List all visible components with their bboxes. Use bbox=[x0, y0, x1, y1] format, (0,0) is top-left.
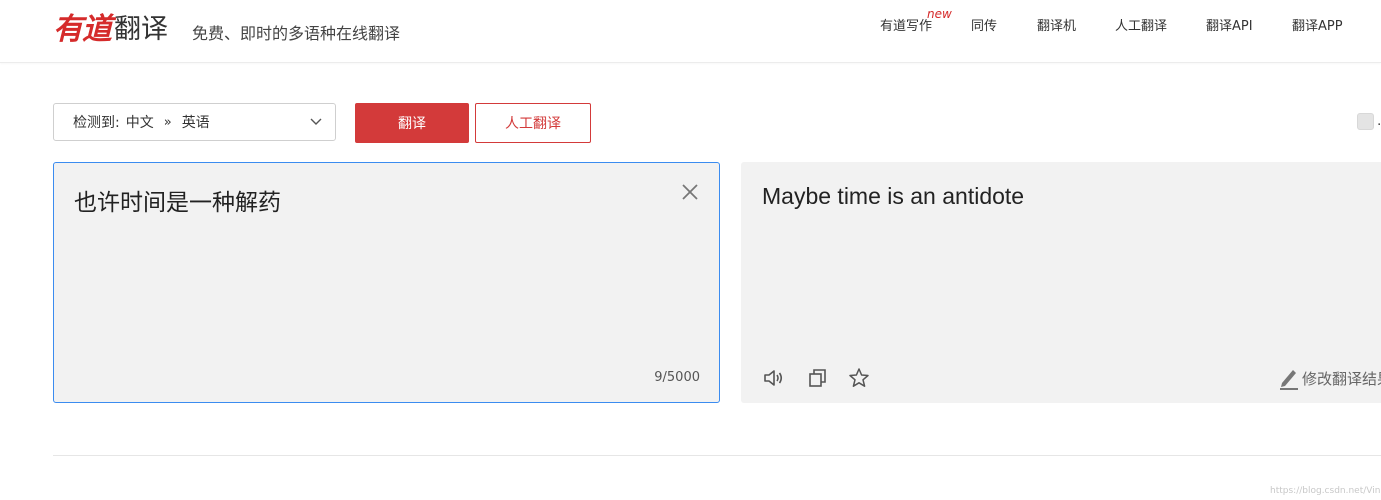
lang-detect-label: 检测到: bbox=[73, 115, 120, 131]
edit-translation-link[interactable]: 修改翻译结果 bbox=[1278, 366, 1381, 390]
human-translate-button[interactable]: 人工翻译 bbox=[475, 103, 591, 143]
top-header: 有道 翻译 免费、即时的多语种在线翻译 有道写作 new 同传 翻译机 人工翻译… bbox=[0, 0, 1381, 63]
logo-product: 翻译 bbox=[114, 13, 168, 45]
nav-human-translation[interactable]: 人工翻译 bbox=[1115, 15, 1167, 34]
source-text-input[interactable]: 也许时间是一种解药 bbox=[74, 183, 281, 217]
nav-youdao-writing[interactable]: 有道写作 bbox=[880, 15, 932, 34]
translation-result: Maybe time is an antidote bbox=[762, 183, 1025, 209]
nav-simultaneous[interactable]: 同传 bbox=[971, 15, 997, 34]
target-lang: 英语 bbox=[181, 115, 210, 131]
translation-output-panel: Maybe time is an antidote 修改翻译结果 bbox=[741, 162, 1381, 403]
nav-translator-device[interactable]: 翻译机 bbox=[1037, 15, 1076, 34]
nav-translate-api[interactable]: 翻译API bbox=[1206, 15, 1253, 34]
watermark: https://blog.csdn.net/Vinking bbox=[1270, 486, 1381, 496]
star-icon[interactable] bbox=[848, 367, 870, 389]
slogan: 免费、即时的多语种在线翻译 bbox=[192, 24, 401, 43]
source-lang: 中文 bbox=[125, 115, 154, 131]
translate-button[interactable]: 翻译 bbox=[355, 103, 469, 143]
new-badge: new bbox=[927, 7, 952, 21]
speaker-icon[interactable] bbox=[762, 367, 784, 389]
option-checkbox[interactable] bbox=[1357, 113, 1374, 130]
nav-translate-app[interactable]: 翻译APP bbox=[1292, 15, 1343, 34]
youdao-logo[interactable]: 有道 翻译 bbox=[53, 6, 168, 47]
char-count: 9/5000 bbox=[654, 370, 700, 385]
logo-brand: 有道 bbox=[53, 12, 112, 47]
checkbox-label: … bbox=[1377, 114, 1381, 129]
edit-translation-label: 修改翻译结果 bbox=[1302, 369, 1381, 388]
source-text-panel[interactable]: 也许时间是一种解药 9/5000 bbox=[53, 162, 720, 403]
page-divider bbox=[53, 455, 1381, 456]
copy-icon[interactable] bbox=[806, 367, 828, 389]
language-select[interactable]: 检测到: 中文 » 英语 bbox=[53, 103, 336, 141]
close-icon[interactable] bbox=[680, 182, 700, 202]
chevron-down-icon bbox=[310, 118, 322, 125]
lang-arrow: » bbox=[163, 114, 172, 130]
pencil-icon bbox=[1280, 370, 1298, 390]
